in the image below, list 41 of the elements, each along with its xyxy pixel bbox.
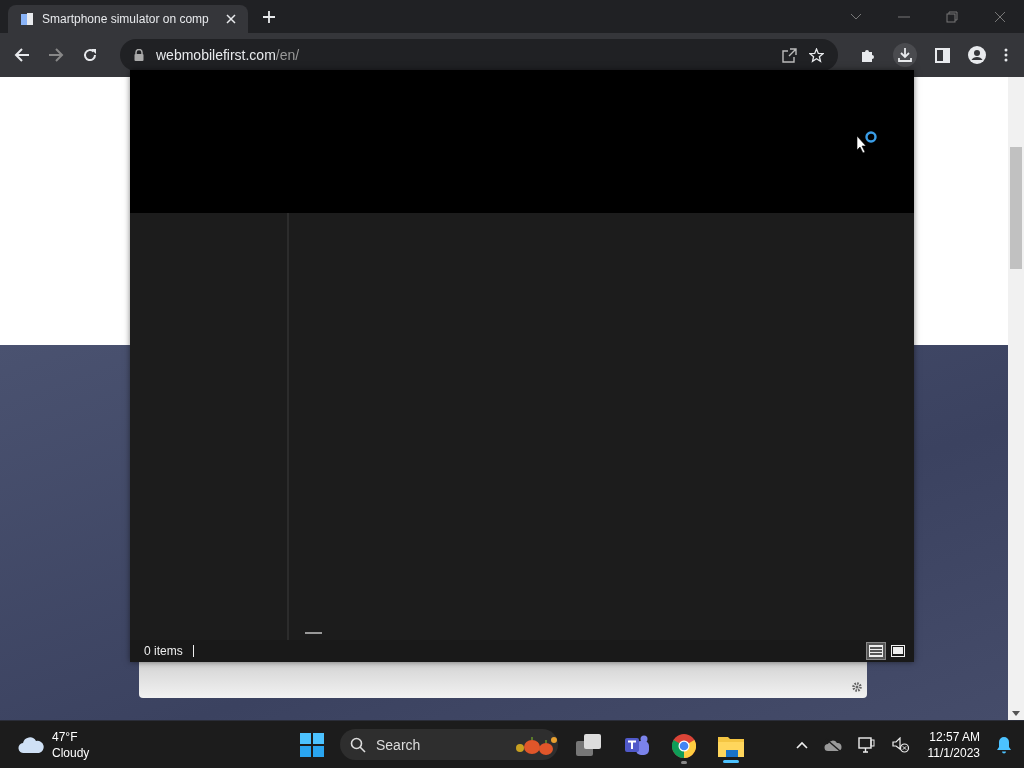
temperature-text: 47°F [52, 728, 79, 745]
reload-icon[interactable] [82, 47, 98, 63]
address-bar[interactable]: webmobilefirst.com/en/ [120, 39, 838, 71]
item-count: 0 items [144, 644, 183, 658]
task-view-icon[interactable] [576, 732, 602, 757]
taskbar-search-field[interactable]: Search [340, 729, 558, 760]
weather-condition-text: Cloudy [52, 744, 90, 761]
menu-icon[interactable] [1004, 48, 1008, 62]
tab-title: Smartphone simulator on comp [42, 12, 210, 26]
cloud-icon[interactable] [18, 735, 44, 754]
search-icon [350, 736, 366, 753]
windows-start-icon[interactable] [300, 732, 324, 757]
browser-tab[interactable]: Smartphone simulator on comp [8, 5, 248, 33]
network-icon[interactable] [857, 736, 876, 753]
page-icon [20, 12, 34, 26]
download-button[interactable] [893, 43, 917, 67]
new-tab-icon[interactable] [262, 9, 276, 24]
profile-icon[interactable] [968, 46, 986, 64]
lock-icon [134, 49, 144, 61]
chevron-up-icon[interactable] [795, 740, 808, 749]
gear-icon[interactable] [852, 682, 862, 692]
tiles-view-button[interactable] [888, 642, 908, 660]
scroll-down-icon[interactable] [1012, 711, 1020, 716]
speaker-muted-icon[interactable] [891, 736, 910, 753]
chevron-down-icon[interactable] [850, 12, 862, 21]
back-icon[interactable] [14, 47, 30, 63]
star-icon[interactable] [809, 47, 824, 63]
bell-icon[interactable] [996, 735, 1012, 754]
share-icon[interactable] [782, 47, 797, 63]
url-text: webmobilefirst.com/en/ [156, 47, 300, 63]
file-explorer-taskbar-icon[interactable] [718, 734, 744, 763]
download-icon [897, 47, 913, 63]
chrome-taskbar-icon[interactable] [672, 733, 696, 764]
restore-icon[interactable] [946, 10, 958, 23]
side-panel-icon[interactable] [935, 47, 950, 63]
clock[interactable]: 12:57 AM 11/1/2023 [927, 728, 980, 761]
cloud-off-icon[interactable] [823, 737, 842, 752]
scrollbar-thumb[interactable] [1010, 147, 1022, 269]
details-view-button[interactable] [866, 642, 886, 660]
forward-icon[interactable] [48, 47, 64, 63]
puzzle-icon[interactable] [860, 47, 875, 63]
